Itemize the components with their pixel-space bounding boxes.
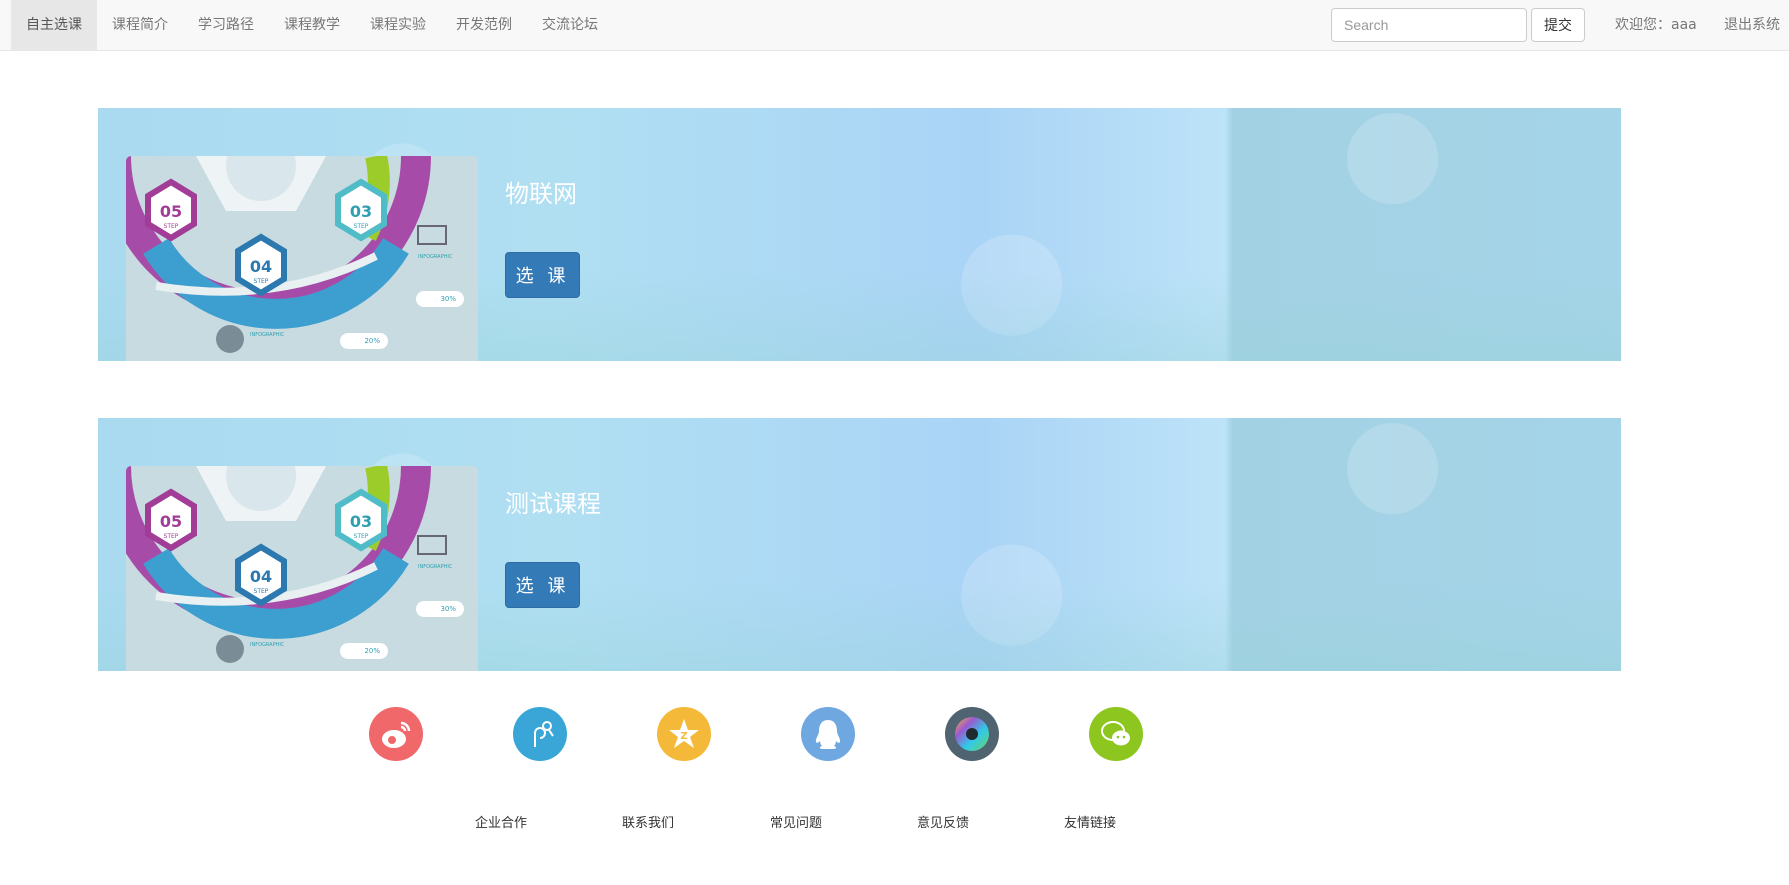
svg-text:30%: 30%	[440, 605, 456, 613]
select-course-button[interactable]: 选 课	[505, 562, 580, 608]
svg-text:20%: 20%	[364, 337, 380, 345]
footer-link-contact[interactable]: 联系我们	[622, 812, 674, 831]
svg-text:20%: 20%	[364, 647, 380, 655]
logout-link[interactable]: 退出系统	[1724, 0, 1780, 50]
nav-item-course-teaching[interactable]: 课程教学	[269, 0, 355, 50]
aperture-icon[interactable]	[945, 707, 999, 761]
course-title: 测试课程	[505, 490, 601, 518]
submit-button[interactable]: 提交	[1531, 8, 1585, 42]
weibo-icon[interactable]	[369, 707, 423, 761]
nav-item-dev-examples[interactable]: 开发范例	[441, 0, 527, 50]
select-course-button[interactable]: 选 课	[505, 252, 580, 298]
svg-text:INFOGRAPHIC: INFOGRAPHIC	[250, 642, 285, 648]
wechat-icon[interactable]	[1089, 707, 1143, 761]
earphone-icon[interactable]	[513, 707, 567, 761]
course-image: 05 STEP 03 STEP 04 STEP INFOGRAPHIC 30% …	[126, 156, 478, 361]
svg-text:INFOGRAPHIC: INFOGRAPHIC	[250, 332, 285, 338]
top-navbar: 自主选课 课程简介 学习路径 课程教学 课程实验 开发范例 交流论坛 提交 欢迎…	[0, 0, 1789, 51]
nav-item-learning-path[interactable]: 学习路径	[183, 0, 269, 50]
course-card: 05 STEP 03 STEP 04 STEP INFOGRAPHIC 30% …	[98, 108, 1621, 361]
course-title: 物联网	[505, 180, 577, 208]
svg-text:INFOGRAPHIC: INFOGRAPHIC	[418, 254, 453, 260]
course-image: 05 STEP 03 STEP 04 STEP INFOGRAPHIC 30% …	[126, 466, 478, 671]
svg-text:05: 05	[160, 202, 182, 221]
search-input[interactable]	[1331, 8, 1527, 42]
nav-item-course-selection[interactable]: 自主选课	[11, 0, 97, 50]
nav-item-course-intro[interactable]: 课程简介	[97, 0, 183, 50]
qq-icon[interactable]	[801, 707, 855, 761]
svg-text:04: 04	[250, 257, 272, 276]
svg-text:STEP: STEP	[354, 223, 369, 230]
svg-text:STEP: STEP	[254, 588, 269, 595]
svg-text:03: 03	[350, 512, 372, 531]
svg-text:STEP: STEP	[164, 533, 179, 540]
svg-text:05: 05	[160, 512, 182, 531]
course-card: 05 STEP 03 STEP 04 STEP INFOGRAPHIC 30% …	[98, 418, 1621, 671]
svg-text:STEP: STEP	[354, 533, 369, 540]
svg-text:03: 03	[350, 202, 372, 221]
nav-item-forum[interactable]: 交流论坛	[527, 0, 613, 50]
svg-text:Z: Z	[680, 731, 687, 742]
footer-link-feedback[interactable]: 意见反馈	[917, 812, 969, 831]
svg-text:INFOGRAPHIC: INFOGRAPHIC	[418, 564, 453, 570]
nav-item-course-lab[interactable]: 课程实验	[355, 0, 441, 50]
welcome-text: 欢迎您：aaa	[1615, 17, 1697, 33]
svg-text:STEP: STEP	[254, 278, 269, 285]
footer-link-cooperation[interactable]: 企业合作	[475, 812, 527, 831]
footer-link-faq[interactable]: 常见问题	[770, 812, 822, 831]
svg-text:STEP: STEP	[164, 223, 179, 230]
svg-text:30%: 30%	[440, 295, 456, 303]
svg-text:04: 04	[250, 567, 272, 586]
qzone-icon[interactable]: Z	[657, 707, 711, 761]
footer-link-friend-links[interactable]: 友情链接	[1064, 812, 1116, 831]
